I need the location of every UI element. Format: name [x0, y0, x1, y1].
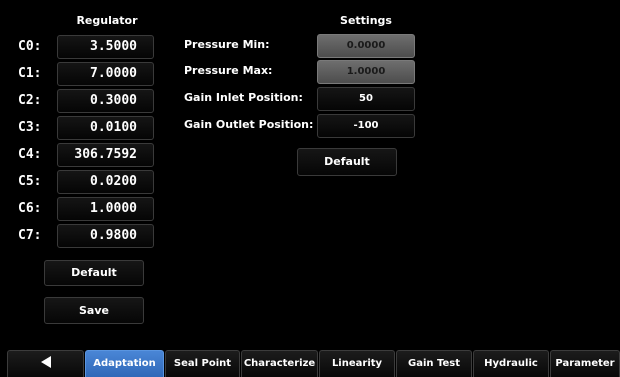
tab-adaptation[interactable]: Adaptation	[85, 350, 164, 377]
c5-label: C5:	[18, 174, 42, 189]
tab-linearity[interactable]: Linearity	[319, 350, 395, 377]
gain-outlet-position-field[interactable]: -100	[317, 114, 415, 138]
c5-field[interactable]: 0.0200	[57, 170, 154, 194]
c2-label: C2:	[18, 93, 42, 108]
gain-outlet-position-label: Gain Outlet Position:	[184, 118, 314, 131]
tab-seal-point[interactable]: Seal Point	[165, 350, 240, 377]
tab-hydraulic[interactable]: Hydraulic	[473, 350, 549, 377]
settings-title: Settings	[340, 14, 392, 27]
save-button[interactable]: Save	[44, 297, 144, 324]
tab-parameter[interactable]: Parameter	[550, 350, 620, 377]
c1-field[interactable]: 7.0000	[57, 62, 154, 86]
tab-characterize[interactable]: Characterize	[241, 350, 318, 377]
c7-label: C7:	[18, 228, 42, 243]
regulator-default-button[interactable]: Default	[44, 260, 144, 286]
c3-label: C3:	[18, 120, 42, 135]
settings-default-button[interactable]: Default	[297, 148, 397, 176]
c3-field[interactable]: 0.0100	[57, 116, 154, 140]
c6-label: C6:	[18, 201, 42, 216]
c0-label: C0:	[18, 39, 42, 54]
c2-field[interactable]: 0.3000	[57, 89, 154, 113]
pressure-min-label: Pressure Min:	[184, 38, 270, 51]
regulator-title: Regulator	[76, 14, 138, 27]
pressure-max-field: 1.0000	[317, 60, 415, 84]
gain-inlet-position-field[interactable]: 50	[317, 87, 415, 111]
back-arrow-icon	[40, 356, 51, 368]
pressure-min-field: 0.0000	[317, 34, 415, 58]
c6-field[interactable]: 1.0000	[57, 197, 154, 221]
c4-label: C4:	[18, 147, 42, 162]
c1-label: C1:	[18, 66, 42, 81]
c0-field[interactable]: 3.5000	[57, 35, 154, 59]
tab-gain-test[interactable]: Gain Test	[396, 350, 472, 377]
c7-field[interactable]: 0.9800	[57, 224, 154, 248]
gain-inlet-position-label: Gain Inlet Position:	[184, 91, 303, 104]
c4-field[interactable]: 306.7592	[57, 143, 154, 167]
back-button[interactable]	[7, 350, 84, 377]
tab-bar: Adaptation Seal Point Characterize Linea…	[7, 350, 620, 377]
pressure-max-label: Pressure Max:	[184, 64, 273, 77]
